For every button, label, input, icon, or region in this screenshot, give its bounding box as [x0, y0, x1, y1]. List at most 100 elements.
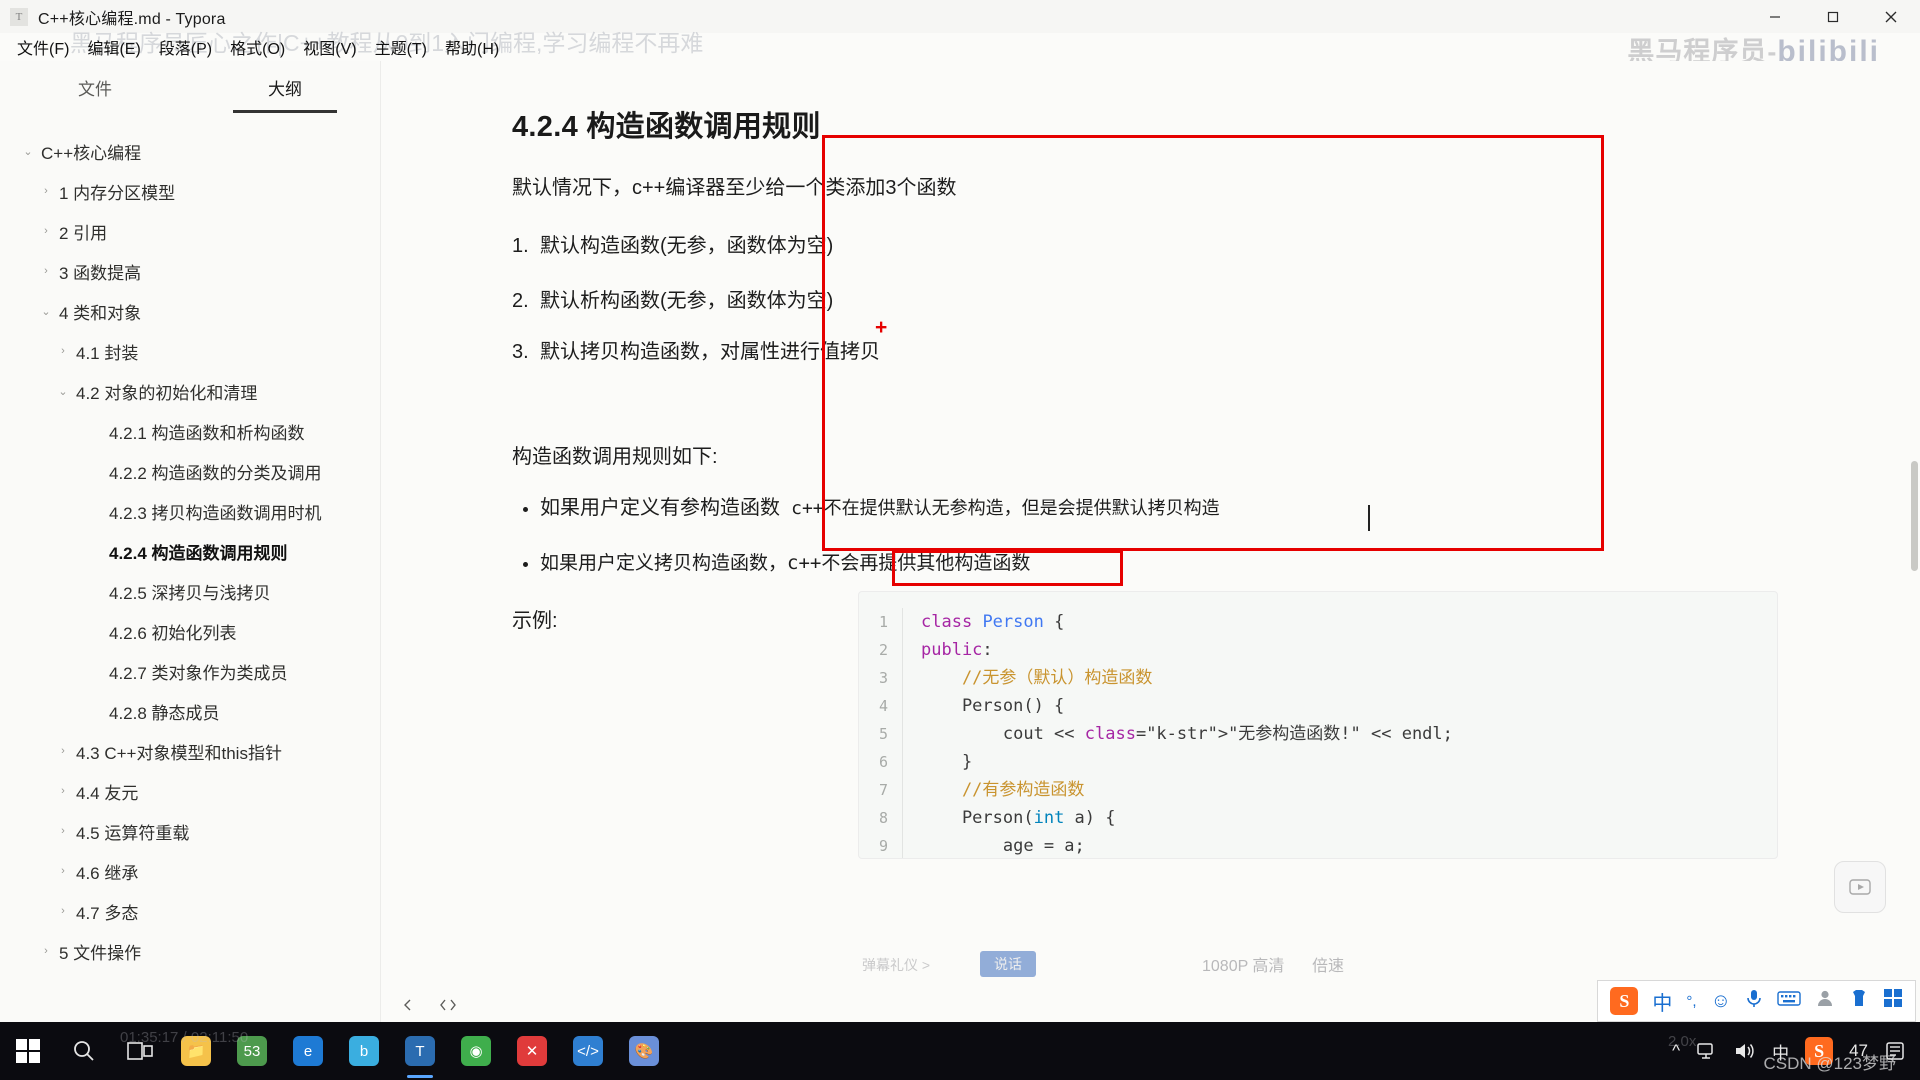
- video-quality[interactable]: 1080P 高清: [1202, 952, 1284, 976]
- outline-item[interactable]: › 4.3 C++对象模型和this指针: [0, 731, 380, 771]
- skin-icon[interactable]: [1849, 988, 1869, 1014]
- chevron-right-icon[interactable]: ›: [38, 225, 54, 237]
- menu-file[interactable]: 文件(F): [8, 33, 78, 61]
- list-item: 1. 默认构造函数(无参，函数体为空): [512, 229, 1616, 258]
- video-send-button[interactable]: 说话: [980, 951, 1036, 977]
- chevron-down-icon[interactable]: ⌄: [55, 385, 71, 398]
- taskbar-bilibili-app[interactable]: b: [336, 1022, 392, 1080]
- typora-app-icon: T: [405, 1036, 435, 1066]
- ime-punctuation-toggle[interactable]: °,: [1686, 993, 1696, 1010]
- outline-item[interactable]: ⌄ 4.2 对象的初始化和清理: [0, 371, 380, 411]
- outline-item[interactable]: 4.2.1 构造函数和析构函数: [0, 411, 380, 451]
- editor-scrollbar[interactable]: [1911, 461, 1918, 571]
- outline-item[interactable]: 4.2.5 深拷贝与浅拷贝: [0, 571, 380, 611]
- tab-outline[interactable]: 大纲: [190, 61, 380, 119]
- chevron-right-icon[interactable]: ›: [55, 345, 71, 357]
- outline-item[interactable]: ⌄ C++核心编程: [0, 131, 380, 171]
- green-app-icon: ◉: [461, 1036, 491, 1066]
- outline-item-label: 1 内存分区模型: [59, 183, 176, 203]
- menu-help[interactable]: 帮助(H): [436, 33, 508, 61]
- outline-item[interactable]: › 5 文件操作: [0, 931, 380, 971]
- taskbar-browser-app[interactable]: e: [280, 1022, 336, 1080]
- outline-item[interactable]: ⌄ 4 类和对象: [0, 291, 380, 331]
- sogou-logo-icon[interactable]: S: [1610, 987, 1639, 1015]
- outline-item-label: 4.4 友元: [76, 783, 139, 803]
- volume-icon[interactable]: [1734, 1041, 1756, 1061]
- code-line-number: 7: [878, 781, 888, 799]
- chevron-right-icon[interactable]: ›: [38, 265, 54, 277]
- menu-view[interactable]: 视图(V): [294, 33, 365, 61]
- list-number: 3.: [512, 341, 529, 363]
- source-code-icon[interactable]: [438, 997, 458, 1017]
- chevron-right-icon[interactable]: ›: [38, 185, 54, 197]
- code-line: Person() {: [921, 696, 1065, 716]
- outline-item-label: 4 类和对象: [59, 303, 142, 323]
- emoji-icon[interactable]: ☺: [1711, 990, 1731, 1013]
- editor-area[interactable]: 4.2.4 构造函数调用规则 默认情况下，c++编译器至少给一个类添加3个函数 …: [382, 61, 1920, 991]
- menu-edit[interactable]: 编辑(E): [78, 33, 149, 61]
- list-number: 1.: [512, 235, 529, 257]
- apps-icon[interactable]: [1883, 988, 1903, 1014]
- floating-play-button[interactable]: [1834, 861, 1886, 913]
- taskbar-vscode-app[interactable]: </>: [560, 1022, 616, 1080]
- maximize-button[interactable]: [1804, 0, 1862, 33]
- outline-item-label: 4.7 多态: [76, 903, 139, 923]
- ime-toolbar[interactable]: S 中 °, ☺: [1597, 980, 1916, 1022]
- outline-item[interactable]: 4.2.7 类对象作为类成员: [0, 651, 380, 691]
- outline-item[interactable]: › 4.6 继承: [0, 851, 380, 891]
- outline-item-label: 4.2.1 构造函数和析构函数: [109, 423, 305, 443]
- chevron-right-icon[interactable]: ›: [55, 825, 71, 837]
- outline-item[interactable]: › 2 引用: [0, 211, 380, 251]
- code-line-number: 1: [878, 613, 888, 631]
- ime-mode-toggle[interactable]: 中: [1652, 987, 1672, 1016]
- code-block[interactable]: 1 2 3 4 5 6 7 8 9 class Person {public: //无参（默认）…: [858, 591, 1778, 859]
- code-line: }: [921, 752, 973, 772]
- outline-item[interactable]: 4.2.6 初始化列表: [0, 611, 380, 651]
- outline-item[interactable]: 4.2.4 构造函数调用规则: [0, 531, 380, 571]
- page-title: 4.2.4 构造函数调用规则: [512, 111, 821, 143]
- chevron-right-icon[interactable]: ›: [55, 905, 71, 917]
- tab-files[interactable]: 文件: [0, 61, 190, 119]
- minimize-button[interactable]: [1746, 0, 1804, 33]
- outline-item[interactable]: 4.2.2 构造函数的分类及调用: [0, 451, 380, 491]
- taskbar-search-button[interactable]: [56, 1022, 112, 1080]
- outline-item[interactable]: › 4.4 友元: [0, 771, 380, 811]
- outline-item-label: 4.2.7 类对象作为类成员: [109, 663, 288, 683]
- chevron-down-icon[interactable]: ⌄: [20, 145, 36, 158]
- chevron-right-icon[interactable]: ›: [55, 785, 71, 797]
- chevron-right-icon[interactable]: ›: [55, 865, 71, 877]
- user-icon[interactable]: [1815, 988, 1835, 1014]
- keyboard-icon[interactable]: [1777, 990, 1801, 1013]
- chevron-right-icon[interactable]: ›: [55, 745, 71, 757]
- menu-bar: 文件(F) 编辑(E) 段落(P) 格式(O) 视图(V) 主题(T) 帮助(H…: [0, 33, 1920, 61]
- prev-page-icon[interactable]: [400, 997, 416, 1017]
- windows-start-button[interactable]: [0, 1022, 56, 1080]
- code-line-number: 3: [878, 669, 888, 687]
- code-line-number: 4: [878, 697, 888, 715]
- taskbar-xmind-app[interactable]: ✕: [504, 1022, 560, 1080]
- text-cursor: [1368, 505, 1370, 531]
- outline-item[interactable]: › 4.1 封装: [0, 331, 380, 371]
- menu-paragraph[interactable]: 段落(P): [150, 33, 221, 61]
- outline-item[interactable]: › 1 内存分区模型: [0, 171, 380, 211]
- rules-bullets: 如果用户定义有参构造函数 c++不在提供默认无参构造，但是会提供默认拷贝构造 如…: [540, 494, 1616, 578]
- close-button[interactable]: [1862, 0, 1920, 33]
- taskbar-green-app[interactable]: ◉: [448, 1022, 504, 1080]
- chevron-right-icon[interactable]: ›: [38, 945, 54, 957]
- menu-format[interactable]: 格式(O): [221, 33, 294, 61]
- mic-icon[interactable]: [1745, 988, 1763, 1014]
- outline-item[interactable]: 4.2.3 拷贝构造函数调用时机: [0, 491, 380, 531]
- chevron-down-icon[interactable]: ⌄: [38, 305, 54, 318]
- taskbar-typora-app[interactable]: T: [392, 1022, 448, 1080]
- tray-chevron-up-icon[interactable]: ^: [1672, 1041, 1680, 1061]
- video-speed[interactable]: 倍速: [1312, 952, 1344, 976]
- outline-item[interactable]: › 3 函数提高: [0, 251, 380, 291]
- outline-item[interactable]: › 4.5 运算符重载: [0, 811, 380, 851]
- menu-theme[interactable]: 主题(T): [366, 33, 436, 61]
- window-controls: [1746, 0, 1920, 33]
- outline-item[interactable]: 4.2.8 静态成员: [0, 691, 380, 731]
- outline-item[interactable]: › 4.7 多态: [0, 891, 380, 931]
- taskbar-paint-app[interactable]: 🎨: [616, 1022, 672, 1080]
- list-item: 如果用户定义有参构造函数 c++不在提供默认无参构造，但是会提供默认拷贝构造: [540, 494, 1616, 523]
- network-icon[interactable]: [1696, 1041, 1718, 1061]
